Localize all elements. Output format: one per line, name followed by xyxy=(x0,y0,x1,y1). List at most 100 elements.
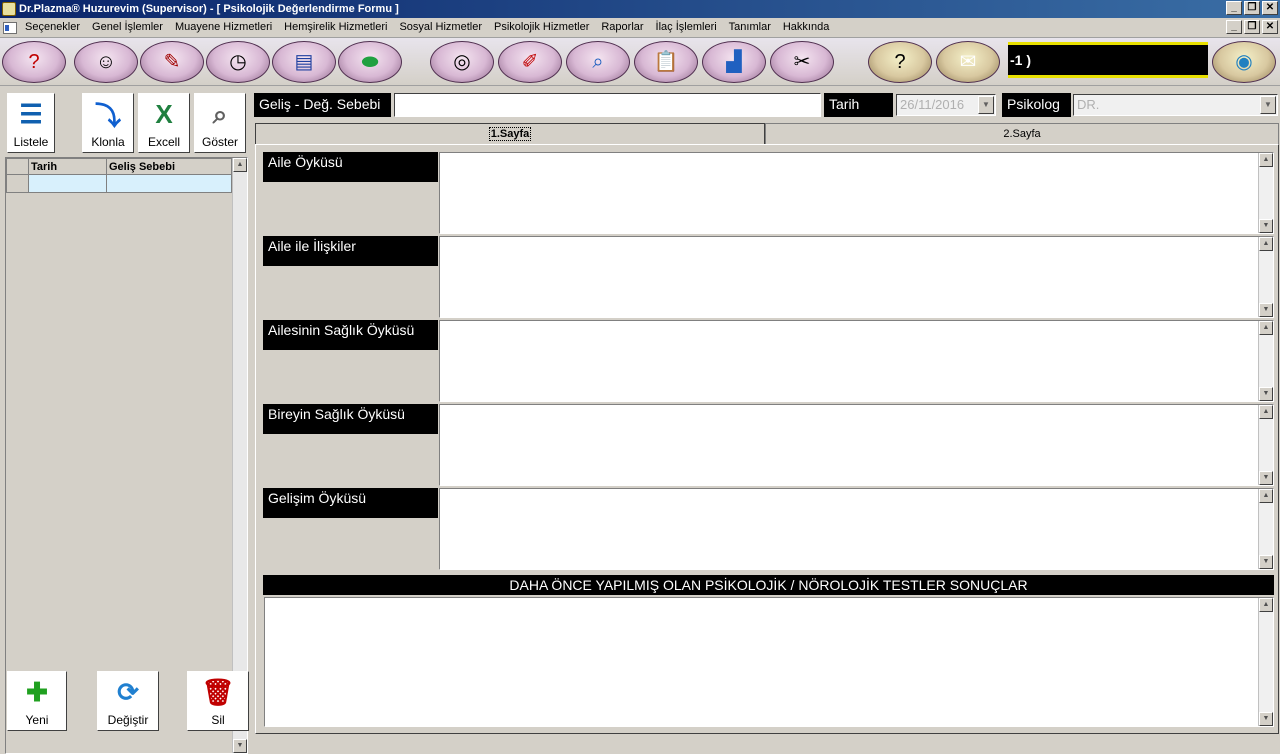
gelisim-oykusu-textarea[interactable]: ▲ ▼ xyxy=(439,488,1274,570)
textarea-scrollbar[interactable]: ▲ ▼ xyxy=(1258,321,1273,401)
scroll-up-icon[interactable]: ▲ xyxy=(1259,489,1273,503)
search-doc-icon[interactable]: ⌕ xyxy=(566,41,630,83)
note-icon[interactable]: ✐ xyxy=(498,41,562,83)
stopwatch-icon[interactable]: ◷ xyxy=(206,41,270,83)
refresh-icon: ⟳ xyxy=(117,677,139,707)
mail-icon[interactable]: ✉ xyxy=(936,41,1000,83)
grid-row-header xyxy=(6,158,29,175)
tab-sayfa-2[interactable]: 2.Sayfa xyxy=(765,123,1279,145)
add-icon: ✚ xyxy=(26,677,48,707)
menu-sosyal-hizmetler[interactable]: Sosyal Hizmetler xyxy=(399,21,482,33)
tests-textarea[interactable]: ▲ ▼ xyxy=(264,597,1274,727)
status-display: -1 ) xyxy=(1008,42,1208,78)
yeni-button[interactable]: ✚ Yeni xyxy=(7,671,67,731)
scroll-down-icon[interactable]: ▼ xyxy=(1259,555,1273,569)
menu-bar: Seçenekler Genel İşlemler Muayene Hizmet… xyxy=(0,18,1280,38)
textarea-scrollbar[interactable]: ▲ ▼ xyxy=(1258,405,1273,485)
tarih-date-picker[interactable]: 26/11/2016 ▼ xyxy=(896,94,996,116)
scroll-up-icon[interactable]: ▲ xyxy=(1259,237,1273,251)
cell-tarih[interactable] xyxy=(28,174,107,193)
menu-hakkinda[interactable]: Hakkında xyxy=(783,21,829,33)
degistir-button[interactable]: ⟳ Değiştir xyxy=(97,671,159,731)
list-icon: ☰ xyxy=(19,99,43,129)
scroll-up-icon[interactable]: ▲ xyxy=(1259,321,1273,335)
aile-oykusu-textarea[interactable]: ▲ ▼ xyxy=(439,152,1274,234)
child-window-icon[interactable] xyxy=(3,22,17,34)
excell-button[interactable]: X Excell xyxy=(138,93,190,153)
bireyin-saglik-oykusu-textarea[interactable]: ▲ ▼ xyxy=(439,404,1274,486)
section-label-aile-oykusu: Aile Öyküsü xyxy=(263,152,438,182)
scroll-down-icon[interactable]: ▼ xyxy=(1259,471,1273,485)
section-label-gelisim-oykusu: Gelişim Öyküsü xyxy=(263,488,438,518)
help-head-icon[interactable]: ? xyxy=(2,41,66,83)
textarea-scrollbar[interactable]: ▲ ▼ xyxy=(1258,153,1273,233)
wrench-icon[interactable]: ✂ xyxy=(770,41,834,83)
section-label-ailesinin-saglik-oykusu: Ailesinin Sağlık Öyküsü xyxy=(263,320,438,350)
scroll-down-icon[interactable]: ▼ xyxy=(1259,712,1273,726)
tarih-label: Tarih xyxy=(824,93,893,117)
tab-strip: 1.Sayfa 2.Sayfa xyxy=(253,123,1280,145)
spiral-icon[interactable]: ◎ xyxy=(430,41,494,83)
scroll-up-icon[interactable]: ▲ xyxy=(1259,405,1273,419)
scroll-down-icon[interactable]: ▼ xyxy=(1259,387,1273,401)
sil-button[interactable]: 🗑 Sil xyxy=(187,671,249,731)
minimize-button[interactable]: _ xyxy=(1226,1,1242,15)
left-panel: ☰ Listele ⤵ Klonla X Excell ⌕ Göster Tar… xyxy=(0,88,253,754)
window-title: Dr.Plazma® Huzurevim (Supervisor) - [ Ps… xyxy=(19,3,399,15)
menu-secenekler[interactable]: Seçenekler xyxy=(25,21,80,33)
child-restore-button[interactable]: ❐ xyxy=(1244,20,1260,34)
textarea-scrollbar[interactable]: ▲ ▼ xyxy=(1258,489,1273,569)
record-grid[interactable]: Tarih Geliş Sebebi ▲ ▼ xyxy=(5,157,248,754)
chevron-down-icon[interactable]: ▼ xyxy=(1260,96,1276,114)
goster-button[interactable]: ⌕ Göster xyxy=(194,93,246,153)
tools-icon[interactable]: ✎ xyxy=(140,41,204,83)
ailesinin-saglik-oykusu-textarea[interactable]: ▲ ▼ xyxy=(439,320,1274,402)
word-doc-icon[interactable]: ▤ xyxy=(272,41,336,83)
clipboard-icon[interactable]: 📋 xyxy=(634,41,698,83)
doctors-icon[interactable]: ☺ xyxy=(74,41,138,83)
scroll-down-icon[interactable]: ▼ xyxy=(233,739,247,753)
main-form: Geliş - Değ. Sebebi Tarih 26/11/2016 ▼ P… xyxy=(253,88,1280,735)
scroll-up-icon[interactable]: ▲ xyxy=(1259,153,1273,167)
klonla-button[interactable]: ⤵ Klonla xyxy=(82,93,134,153)
restore-button[interactable]: ❐ xyxy=(1244,1,1260,15)
psikolog-select[interactable]: DR. ▼ xyxy=(1073,94,1278,116)
excel-icon: X xyxy=(155,99,173,129)
trash-icon: 🗑 xyxy=(201,677,235,707)
chart-icon[interactable]: ▟ xyxy=(702,41,766,83)
gelis-label: Geliş - Değ. Sebebi xyxy=(254,93,391,117)
menu-muayene-hizmetleri[interactable]: Muayene Hizmetleri xyxy=(175,21,272,33)
row-selector[interactable] xyxy=(6,174,29,193)
table-row[interactable] xyxy=(6,174,232,193)
scroll-up-icon[interactable]: ▲ xyxy=(233,158,247,172)
menu-psikolojik-hizmetler[interactable]: Psikolojik Hizmetler xyxy=(494,21,589,33)
close-button[interactable]: ✕ xyxy=(1262,1,1278,15)
grid-scrollbar[interactable]: ▲ ▼ xyxy=(232,158,247,753)
question-note-icon[interactable]: ? xyxy=(868,41,932,83)
cell-gelis-sebebi[interactable] xyxy=(106,174,232,193)
menu-raporlar[interactable]: Raporlar xyxy=(601,21,643,33)
menu-tanimlar[interactable]: Tanımlar xyxy=(729,21,771,33)
magnifier-icon: ⌕ xyxy=(212,98,228,129)
grid-header-gelis-sebebi[interactable]: Geliş Sebebi xyxy=(106,158,232,175)
globe-icon[interactable]: ◉ xyxy=(1212,41,1276,83)
tab-sayfa-1[interactable]: 1.Sayfa xyxy=(255,123,765,145)
scroll-down-icon[interactable]: ▼ xyxy=(1259,219,1273,233)
chevron-down-icon[interactable]: ▼ xyxy=(978,96,994,114)
menu-genel-islemler[interactable]: Genel İşlemler xyxy=(92,21,163,33)
scroll-down-icon[interactable]: ▼ xyxy=(1259,303,1273,317)
pills-icon[interactable]: ⬬ xyxy=(338,41,402,83)
child-minimize-button[interactable]: _ xyxy=(1226,20,1242,34)
scroll-up-icon[interactable]: ▲ xyxy=(1259,598,1273,612)
clone-arrow-icon: ⤵ xyxy=(94,101,121,131)
textarea-scrollbar[interactable]: ▲ ▼ xyxy=(1258,598,1273,726)
listele-button[interactable]: ☰ Listele xyxy=(7,93,55,153)
child-close-button[interactable]: ✕ xyxy=(1262,20,1278,34)
textarea-scrollbar[interactable]: ▲ ▼ xyxy=(1258,237,1273,317)
grid-header-tarih[interactable]: Tarih xyxy=(28,158,107,175)
aile-ile-iliskiler-textarea[interactable]: ▲ ▼ xyxy=(439,236,1274,318)
menu-ilac-islemleri[interactable]: İlaç İşlemleri xyxy=(656,21,717,33)
menu-hemsirelik-hizmetleri[interactable]: Hemşirelik Hizmetleri xyxy=(284,21,387,33)
gelis-input[interactable] xyxy=(394,93,821,117)
toolbar: ? ☺ ✎ ◷ ▤ ⬬ ◎ ✐ ⌕ 📋 ▟ ✂ ? ✉ -1 ) ◉ xyxy=(0,38,1280,86)
